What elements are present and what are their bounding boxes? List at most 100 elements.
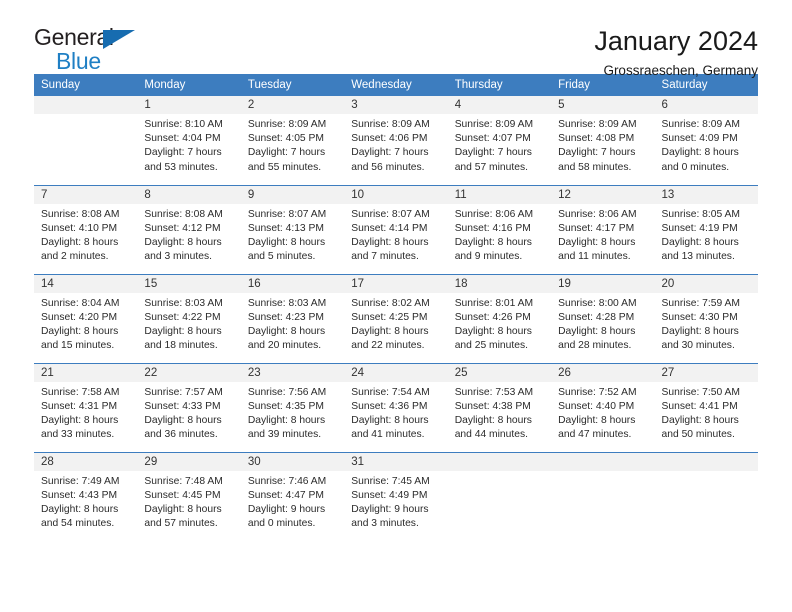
day-cell-inner: 3 Sunrise: 8:09 AM Sunset: 4:06 PM Daylight… [344,96,448,185]
calendar-day-cell[interactable]: 23 Sunrise: 7:56 AM Sunset: 4:35 PM Dayligh… [240,362,345,452]
day-daylight-line2-text: and 11 minutes. [558,251,631,263]
calendar-day-cell[interactable]: 22 Sunrise: 7:57 AM Sunset: 4:33 PM Dayligh… [137,362,241,452]
day-details: Sunrise: 7:50 AM Sunset: 4:41 PM Daylight:… [655,382,758,443]
day-sunrise-text: Sunrise: 8:05 AM [661,208,740,220]
day-number: 19 [551,274,655,293]
day-number: 2 [240,96,345,114]
calendar-week-row: 7 Sunrise: 8:08 AM Sunset: 4:10 PM Daylight… [34,184,758,274]
calendar-day-cell[interactable]: 30 Sunrise: 7:46 AM Sunset: 4:47 PM Dayligh… [240,451,345,541]
calendar-day-cell[interactable]: 19 Sunrise: 8:00 AM Sunset: 4:28 PM Dayligh… [551,273,655,363]
day-daylight-line1-text: Daylight: 8 hours [661,414,739,426]
day-number: 21 [34,363,138,382]
day-cell-inner: 4 Sunrise: 8:09 AM Sunset: 4:07 PM Daylight… [447,96,552,185]
day-daylight-line2-text: and 18 minutes. [144,340,218,352]
day-sunset-text: Sunset: 4:06 PM [351,133,428,145]
day-sunset-text: Sunset: 4:12 PM [144,222,221,234]
day-details: Sunrise: 8:06 AM Sunset: 4:17 PM Daylight:… [551,204,654,265]
day-daylight-line2-text: and 44 minutes. [454,429,528,441]
day-sunset-text: Sunset: 4:17 PM [558,222,635,234]
day-details: Sunrise: 8:04 AM Sunset: 4:20 PM Daylight:… [34,293,137,354]
calendar-day-cell[interactable]: 28 Sunrise: 7:49 AM Sunset: 4:43 PM Dayligh… [34,451,138,542]
calendar-day-cell[interactable]: 17 Sunrise: 8:02 AM Sunset: 4:25 PM Dayligh… [344,273,448,363]
weekday-header-tuesday: Tuesday [240,74,345,96]
calendar-day-cell[interactable]: 24 Sunrise: 7:54 AM Sunset: 4:36 PM Dayligh… [344,362,448,452]
day-sunrise-text: Sunrise: 7:54 AM [351,386,430,398]
day-daylight-line2-text: and 25 minutes. [454,340,528,352]
calendar-day-cell[interactable]: 26 Sunrise: 7:52 AM Sunset: 4:40 PM Dayligh… [551,362,655,452]
day-sunset-text: Sunset: 4:25 PM [351,311,428,323]
day-daylight-line2-text: and 53 minutes. [144,161,218,173]
day-sunrise-text: Sunrise: 7:52 AM [558,386,637,398]
calendar-day-cell[interactable]: 2 Sunrise: 8:09 AM Sunset: 4:05 PM Daylight… [240,96,345,185]
day-cell-inner: 17 Sunrise: 8:02 AM Sunset: 4:25 PM Dayligh… [344,274,448,363]
calendar-day-cell[interactable]: 6 Sunrise: 8:09 AM Sunset: 4:09 PM Daylight… [654,96,758,185]
day-daylight-line1-text: Daylight: 8 hours [247,414,326,426]
day-daylight-line1-text: Daylight: 8 hours [661,236,739,248]
day-details: Sunrise: 8:09 AM Sunset: 4:07 PM Daylight:… [448,114,551,175]
day-number: 17 [344,274,448,293]
calendar-day-cell[interactable]: 9 Sunrise: 8:07 AM Sunset: 4:13 PM Daylight… [240,184,345,274]
calendar-day-cell[interactable]: 7 Sunrise: 8:08 AM Sunset: 4:10 PM Daylight… [34,184,138,274]
day-number: 7 [34,185,138,204]
day-number: 16 [240,274,345,293]
day-sunset-text: Sunset: 4:49 PM [351,489,428,501]
day-cell-inner [654,452,758,542]
calendar-day-cell[interactable]: 18 Sunrise: 8:01 AM Sunset: 4:26 PM Dayligh… [447,273,552,363]
calendar-day-cell[interactable]: 27 Sunrise: 7:50 AM Sunset: 4:41 PM Dayligh… [654,362,758,452]
day-details: Sunrise: 8:00 AM Sunset: 4:28 PM Daylight:… [551,293,654,354]
day-daylight-line1-text: Daylight: 8 hours [144,236,222,248]
day-daylight-line1-text: Daylight: 8 hours [41,236,119,248]
calendar-day-cell[interactable]: 10 Sunrise: 8:07 AM Sunset: 4:14 PM Dayligh… [344,184,448,274]
day-details: Sunrise: 8:08 AM Sunset: 4:10 PM Daylight:… [34,204,137,265]
day-sunset-text: Sunset: 4:38 PM [454,400,531,412]
calendar-day-cell[interactable]: 20 Sunrise: 7:59 AM Sunset: 4:30 PM Dayligh… [654,273,758,363]
day-details: Sunrise: 7:53 AM Sunset: 4:38 PM Daylight:… [448,382,551,443]
day-daylight-line2-text: and 9 minutes. [454,251,523,263]
day-daylight-line1-text: Daylight: 8 hours [454,414,532,426]
calendar-day-cell[interactable]: 12 Sunrise: 8:06 AM Sunset: 4:17 PM Dayligh… [551,184,655,274]
day-cell-inner: 28 Sunrise: 7:49 AM Sunset: 4:43 PM Dayligh… [34,452,138,542]
day-number [551,452,655,471]
weekday-header-sunday: Sunday [34,74,138,96]
day-details: Sunrise: 8:10 AM Sunset: 4:04 PM Daylight:… [137,114,240,175]
page-subtitle: Grossraeschen, Germany [603,63,758,79]
calendar-day-cell[interactable]: 21 Sunrise: 7:58 AM Sunset: 4:31 PM Dayligh… [34,362,138,452]
day-details: Sunrise: 8:05 AM Sunset: 4:19 PM Daylight:… [655,204,758,265]
day-number: 12 [551,185,655,204]
calendar-day-cell[interactable]: 25 Sunrise: 7:53 AM Sunset: 4:38 PM Dayligh… [447,362,552,452]
calendar-day-cell[interactable]: 14 Sunrise: 8:04 AM Sunset: 4:20 PM Dayligh… [34,273,138,363]
day-details: Sunrise: 7:58 AM Sunset: 4:31 PM Daylight:… [34,382,137,443]
day-number: 28 [34,452,138,471]
day-daylight-line2-text: and 15 minutes. [41,340,115,352]
calendar-day-cell[interactable]: 3 Sunrise: 8:09 AM Sunset: 4:06 PM Daylight… [344,96,448,185]
calendar-day-cell[interactable]: 5 Sunrise: 8:09 AM Sunset: 4:08 PM Daylight… [551,96,655,185]
day-daylight-line2-text: and 57 minutes. [454,161,528,173]
day-daylight-line1-text: Daylight: 8 hours [41,414,119,426]
day-cell-inner: 6 Sunrise: 8:09 AM Sunset: 4:09 PM Daylight… [654,96,758,185]
calendar-day-cell[interactable]: 11 Sunrise: 8:06 AM Sunset: 4:16 PM Dayligh… [447,184,552,274]
day-cell-inner: 18 Sunrise: 8:01 AM Sunset: 4:26 PM Dayligh… [447,274,552,363]
day-sunrise-text: Sunrise: 7:57 AM [144,386,223,398]
day-number: 13 [654,185,758,204]
day-sunset-text: Sunset: 4:26 PM [454,311,531,323]
calendar-day-cell[interactable]: 4 Sunrise: 8:09 AM Sunset: 4:07 PM Daylight… [447,96,552,185]
day-cell-inner: 8 Sunrise: 8:08 AM Sunset: 4:12 PM Daylight… [137,185,241,274]
day-daylight-line1-text: Daylight: 8 hours [144,325,222,337]
calendar-day-cell[interactable]: 31 Sunrise: 7:45 AM Sunset: 4:49 PM Dayligh… [344,451,448,541]
day-daylight-line2-text: and 58 minutes. [558,161,632,173]
day-details: Sunrise: 8:09 AM Sunset: 4:06 PM Daylight:… [344,114,447,175]
calendar-day-cell[interactable]: 29 Sunrise: 7:48 AM Sunset: 4:45 PM Dayligh… [137,451,241,541]
calendar-day-cell[interactable]: 13 Sunrise: 8:05 AM Sunset: 4:19 PM Dayligh… [654,184,758,274]
day-daylight-line2-text: and 0 minutes. [247,518,316,530]
calendar-day-cell[interactable]: 1 Sunrise: 8:10 AM Sunset: 4:04 PM Daylight… [137,96,241,185]
day-sunrise-text: Sunrise: 8:09 AM [454,119,534,130]
calendar-week-row: 21 Sunrise: 7:58 AM Sunset: 4:31 PM Dayligh… [34,362,758,452]
day-daylight-line1-text: Daylight: 9 hours [351,503,429,515]
day-daylight-line2-text: and 39 minutes. [247,429,322,441]
day-cell-inner: 27 Sunrise: 7:50 AM Sunset: 4:41 PM Dayligh… [654,363,758,452]
calendar-day-cell[interactable]: 16 Sunrise: 8:03 AM Sunset: 4:23 PM Dayligh… [240,273,345,363]
day-sunrise-text: Sunrise: 8:09 AM [247,119,327,130]
calendar-day-cell[interactable]: 15 Sunrise: 8:03 AM Sunset: 4:22 PM Dayligh… [137,273,241,363]
calendar-day-cell[interactable]: 8 Sunrise: 8:08 AM Sunset: 4:12 PM Daylight… [137,184,241,274]
day-daylight-line1-text: Daylight: 8 hours [558,325,636,337]
